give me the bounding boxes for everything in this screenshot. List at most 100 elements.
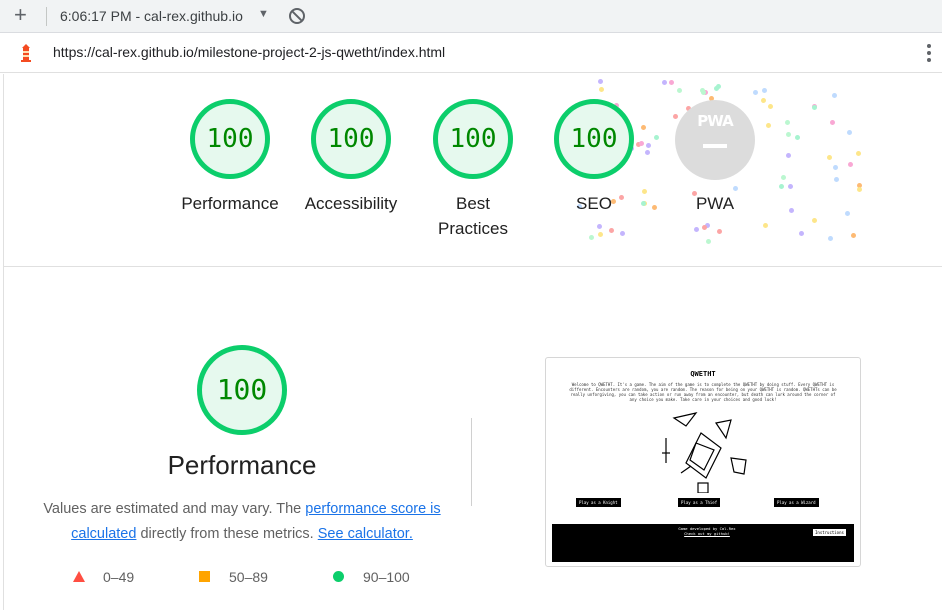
- confetti-dot: [714, 85, 720, 91]
- confetti-dot: [693, 227, 699, 232]
- gauge-score: 100: [449, 124, 497, 154]
- gauge-performance[interactable]: 100: [190, 99, 270, 179]
- confetti-dot: [717, 229, 723, 235]
- confetti-dot: [620, 231, 626, 237]
- final-screenshot[interactable]: QWETHT Welcome to QWETHT. It's a game. T…: [545, 357, 861, 567]
- desc-text: directly from these metrics.: [136, 526, 318, 542]
- confetti-dot: [761, 98, 767, 104]
- tab-separator: [46, 7, 47, 26]
- performance-gauge: 100: [197, 345, 287, 435]
- legend-pass: 90–100: [363, 569, 410, 585]
- fail-triangle-icon: [73, 571, 85, 582]
- confetti-dot: [638, 141, 644, 147]
- play-knight-button[interactable]: Play as a Knight: [576, 498, 621, 507]
- see-calculator-link[interactable]: See calculator.: [318, 526, 413, 542]
- gauge-label[interactable]: Performance: [170, 191, 290, 216]
- new-tab-icon[interactable]: +: [14, 4, 27, 26]
- footer-credit: Game developed by Cal-Rex Check out my gi…: [652, 526, 762, 536]
- desc-text: Values are estimated and may vary. The: [43, 501, 306, 517]
- confetti-dot: [644, 150, 650, 156]
- confetti-dot: [779, 183, 785, 189]
- confetti-dot: [830, 119, 836, 125]
- browser-tab-bar: + 6:06:17 PM - cal-rex.github.io ▼: [0, 0, 942, 33]
- gauge-label[interactable]: Best Practices: [433, 191, 513, 241]
- more-menu-icon[interactable]: [926, 42, 932, 64]
- instructions-button[interactable]: Instructions: [812, 528, 847, 537]
- confetti-dot: [752, 89, 758, 95]
- confetti-dot: [786, 152, 792, 158]
- confetti-dot: [598, 86, 604, 92]
- confetti-dot: [857, 187, 863, 192]
- confetti-dot: [847, 130, 853, 136]
- confetti-dot: [788, 208, 794, 213]
- confetti-dot: [701, 225, 707, 230]
- confetti-dot: [646, 143, 652, 149]
- gauge-label[interactable]: Accessibility: [291, 191, 411, 216]
- performance-score: 100: [216, 373, 268, 406]
- pwa-badge[interactable]: PWA: [675, 100, 755, 180]
- gauge-accessibility[interactable]: 100: [311, 99, 391, 179]
- section-divider: [4, 266, 942, 267]
- performance-title: Performance: [167, 450, 317, 480]
- confetti-dot: [589, 234, 595, 240]
- confetti-dot: [669, 79, 675, 85]
- gauge-score: 100: [327, 124, 375, 154]
- vertical-divider: [471, 418, 472, 506]
- confetti-dot: [795, 134, 801, 140]
- confetti-dot: [597, 232, 603, 238]
- confetti-dot: [785, 120, 791, 126]
- address-bar: https://cal-rex.github.io/milestone-proj…: [0, 33, 942, 73]
- footer-line2[interactable]: Check out my github!: [652, 531, 762, 536]
- confetti-dot: [855, 150, 861, 156]
- gauge-label[interactable]: SEO: [534, 191, 654, 216]
- pwa-dash-icon: [703, 144, 727, 148]
- pwa-label[interactable]: PWA: [655, 191, 775, 216]
- lighthouse-icon: [21, 44, 31, 62]
- legend-average: 50–89: [229, 569, 268, 585]
- confetti-dot: [767, 103, 773, 109]
- screenshot-intro: Welcome to QWETHT. It's a game. The aim …: [569, 382, 837, 402]
- chevron-down-icon[interactable]: ▼: [258, 8, 269, 20]
- legend-fail: 0–49: [103, 569, 135, 585]
- play-wizard-button[interactable]: Play as a Wizard: [774, 498, 819, 507]
- pwa-badge-text: PWA: [697, 112, 733, 130]
- confetti-dot: [844, 211, 850, 217]
- confetti-dot: [763, 222, 769, 228]
- confetti-dot: [833, 164, 839, 170]
- confetti-dot: [811, 218, 817, 224]
- confetti-dot: [785, 132, 791, 138]
- confetti-dot: [848, 162, 854, 168]
- gauge-best-practices[interactable]: 100: [433, 99, 513, 179]
- confetti-dot: [833, 176, 839, 182]
- pass-circle-icon: [333, 571, 344, 582]
- left-border: [3, 74, 4, 610]
- confetti-dot: [781, 175, 787, 180]
- confetti-dot: [826, 155, 832, 161]
- screenshot-footer: Game developed by Cal-Rex Check out my gi…: [552, 524, 854, 562]
- confetti-dot: [831, 92, 837, 98]
- block-icon[interactable]: [289, 8, 305, 24]
- play-thief-button[interactable]: Play as a Thief: [678, 498, 721, 507]
- confetti-dot: [653, 134, 659, 140]
- confetti-dot: [640, 125, 646, 131]
- confetti-dot: [597, 224, 603, 230]
- performance-description: Values are estimated and may vary. The p…: [36, 497, 448, 547]
- confetti-dot: [677, 88, 683, 94]
- confetti-dot: [705, 239, 711, 245]
- url-text[interactable]: https://cal-rex.github.io/milestone-proj…: [53, 44, 445, 60]
- gauge-seo[interactable]: 100: [554, 99, 634, 179]
- average-square-icon: [199, 571, 210, 582]
- confetti-dot: [799, 230, 805, 236]
- game-art-icon: [662, 412, 747, 493]
- confetti-dot: [762, 88, 768, 94]
- screenshot-title: QWETHT: [690, 370, 716, 378]
- confetti-dot: [811, 105, 817, 111]
- tab-title[interactable]: 6:06:17 PM - cal-rex.github.io: [60, 8, 243, 24]
- confetti-dot: [598, 78, 604, 84]
- confetti-dot: [661, 80, 667, 85]
- confetti-dot: [850, 232, 856, 238]
- confetti-dot: [766, 122, 772, 128]
- confetti-dot: [609, 227, 615, 233]
- confetti-dot: [827, 236, 833, 242]
- gauge-score: 100: [206, 124, 254, 154]
